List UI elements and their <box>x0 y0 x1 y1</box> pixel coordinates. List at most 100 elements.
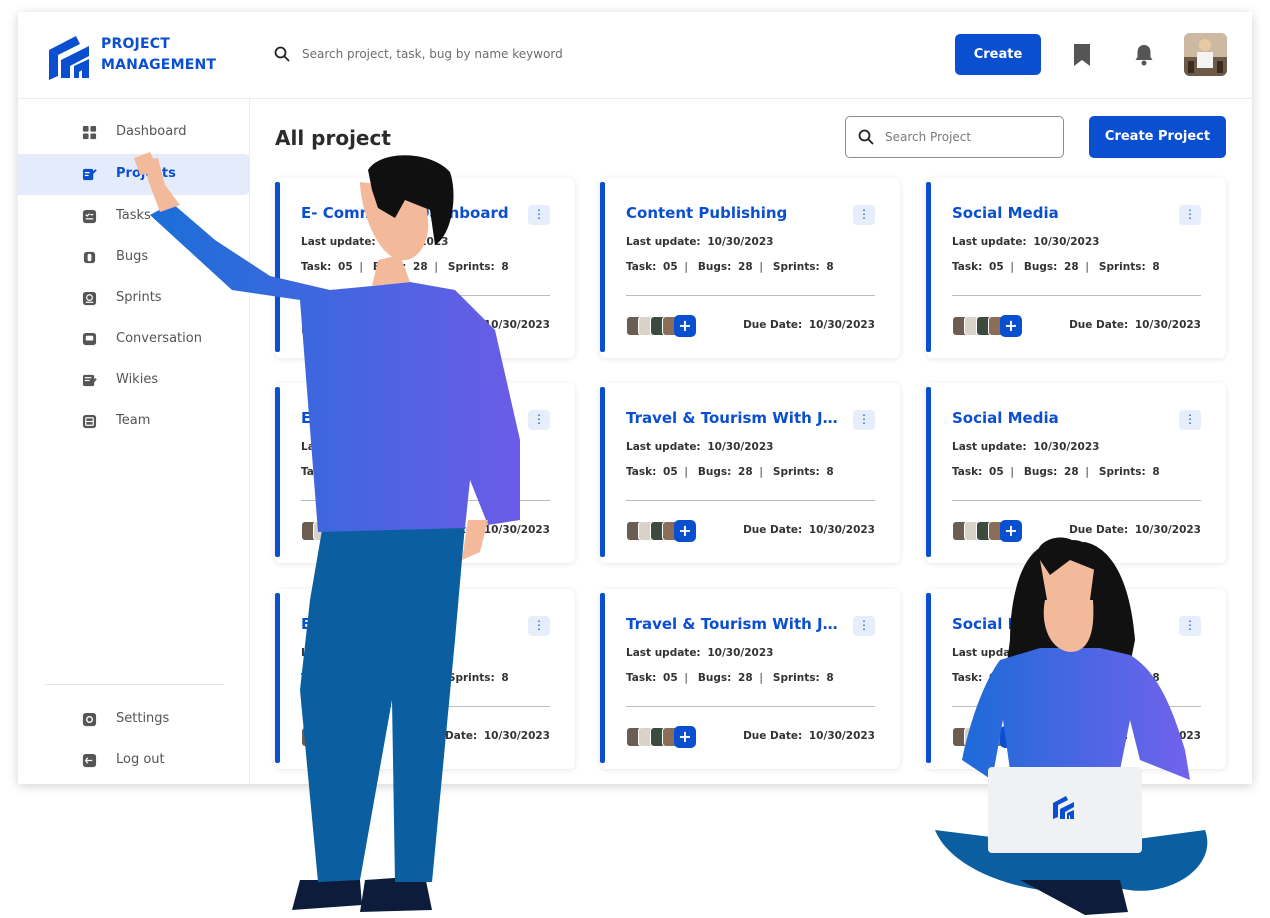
project-card[interactable]: Content Publishing ⋮ Last update: 10/30/… <box>600 178 900 358</box>
more-options-icon[interactable]: ⋮ <box>528 205 550 225</box>
add-member-button[interactable]: + <box>674 520 696 542</box>
more-options-icon[interactable]: ⋮ <box>1179 205 1201 225</box>
project-title[interactable]: Travel & Tourism With Jav... <box>626 409 846 427</box>
task-count: 05 <box>663 672 678 684</box>
sprints-label: Sprints: <box>1098 672 1146 684</box>
due-date-label: Due Date: <box>1069 730 1129 742</box>
member-avatars[interactable]: + <box>301 520 381 542</box>
more-options-icon[interactable]: ⋮ <box>1179 616 1201 636</box>
sprints-count: 8 <box>1152 466 1160 478</box>
separator: | <box>359 672 363 684</box>
sidebar-item-dashboard[interactable]: Dashboard <box>18 112 250 153</box>
project-card[interactable]: Travel & Tourism With Jav... ⋮ Last upda… <box>600 383 900 563</box>
due-date-label: Due Date: <box>1069 524 1129 536</box>
project-title[interactable]: Social Media <box>952 204 1172 222</box>
logo[interactable]: PROJECT MANAGEMENT <box>46 30 236 82</box>
project-title[interactable]: Social Media <box>952 615 1172 633</box>
last-update-label: Last update: <box>952 441 1027 453</box>
project-title[interactable]: E- Commerce Dashboard <box>301 204 521 222</box>
card-accent-bar <box>275 387 280 557</box>
member-avatars[interactable]: + <box>952 315 1032 337</box>
more-options-icon[interactable]: ⋮ <box>853 616 875 636</box>
last-update-label: Last update: <box>626 441 701 453</box>
member-avatars[interactable]: + <box>301 315 381 337</box>
member-avatars[interactable]: + <box>626 315 706 337</box>
sidebar: Dashboard Projects Tasks Bugs Sprints Convers… <box>18 99 250 784</box>
add-member-button[interactable]: + <box>349 315 371 337</box>
project-title[interactable]: Education <box>301 409 521 427</box>
sidebar-item-settings[interactable]: Settings <box>18 699 250 740</box>
bookmark-icon[interactable] <box>1071 43 1093 67</box>
sidebar-item-label: Wikies <box>116 372 159 387</box>
project-card[interactable]: Social Media ⋮ Last update: 10/30/2023 T… <box>926 589 1226 769</box>
bugs-label: Bugs: <box>1023 261 1058 273</box>
avatar-photo-icon <box>1184 33 1227 76</box>
bugs-label: Bugs: <box>697 672 732 684</box>
more-options-icon[interactable]: ⋮ <box>853 205 875 225</box>
project-card[interactable]: Education ⋮ Last update: 10/30/2023 Task… <box>275 383 575 563</box>
project-title[interactable]: Content Publishing <box>626 204 846 222</box>
sidebar-item-conversation[interactable]: Conversation <box>18 319 250 360</box>
create-button[interactable]: Create <box>955 34 1041 75</box>
task-count: 05 <box>989 672 1004 684</box>
sprints-label: Sprints: <box>772 261 820 273</box>
add-member-button[interactable]: + <box>349 520 371 542</box>
sidebar-item-sprints[interactable]: Sprints <box>18 278 250 319</box>
more-options-icon[interactable]: ⋮ <box>853 410 875 430</box>
project-card[interactable]: Education ⋮ Last update: 10/30/2023 Task… <box>275 589 575 769</box>
sidebar-item-tasks[interactable]: Tasks <box>18 196 250 237</box>
separator: | <box>359 466 363 478</box>
more-options-icon[interactable]: ⋮ <box>528 616 550 636</box>
sidebar-item-log-out[interactable]: Log out <box>18 740 250 781</box>
due-date-label: Due Date: <box>418 524 478 536</box>
project-card[interactable]: Social Media ⋮ Last update: 10/30/2023 T… <box>926 383 1226 563</box>
card-accent-bar <box>926 593 931 763</box>
last-update-row: Last update: 10/30/2023 <box>952 647 1099 659</box>
add-member-button[interactable]: + <box>1000 726 1022 748</box>
member-avatars[interactable]: + <box>626 520 706 542</box>
add-member-button[interactable]: + <box>1000 315 1022 337</box>
add-member-button[interactable]: + <box>1000 520 1022 542</box>
add-member-button[interactable]: + <box>674 726 696 748</box>
separator: | <box>684 466 688 478</box>
card-divider <box>952 706 1201 707</box>
project-search-input[interactable]: Search Project <box>845 116 1064 158</box>
project-title[interactable]: Education <box>301 615 521 633</box>
project-card[interactable]: E- Commerce Dashboard ⋮ Last update: 10/… <box>275 178 575 358</box>
project-card[interactable]: Social Media ⋮ Last update: 10/30/2023 T… <box>926 178 1226 358</box>
sidebar-item-wikies[interactable]: Wikies <box>18 360 250 401</box>
card-divider <box>952 295 1201 296</box>
project-title[interactable]: Travel & Tourism With Jav... <box>626 615 846 633</box>
member-avatars[interactable]: + <box>952 520 1032 542</box>
due-date: Due Date: 10/30/2023 <box>743 319 875 331</box>
last-update-row: Last update: 10/30/2023 <box>626 236 773 248</box>
member-avatars[interactable]: + <box>626 726 706 748</box>
sidebar-divider <box>44 684 224 685</box>
add-member-button[interactable]: + <box>674 315 696 337</box>
project-card[interactable]: Travel & Tourism With Jav... ⋮ Last upda… <box>600 589 900 769</box>
member-avatars[interactable]: + <box>301 726 381 748</box>
logout-icon <box>82 753 97 768</box>
bugs-label: Bugs: <box>372 672 407 684</box>
more-options-icon[interactable]: ⋮ <box>1179 410 1201 430</box>
more-options-icon[interactable]: ⋮ <box>528 410 550 430</box>
create-project-button[interactable]: Create Project <box>1089 116 1226 158</box>
member-avatars[interactable]: + <box>952 726 1032 748</box>
sidebar-item-label: Team <box>116 413 151 428</box>
stats-row: Task: 05 | Bugs: 28 | Sprints: 8 <box>301 672 509 684</box>
sidebar-item-label: Conversation <box>116 331 202 346</box>
stats-row: Task: 05 | Bugs: 28 | Sprints: 8 <box>952 466 1160 478</box>
sidebar-item-projects[interactable]: Projects <box>18 154 250 195</box>
project-title[interactable]: Social Media <box>952 409 1172 427</box>
add-member-button[interactable]: + <box>349 726 371 748</box>
bugs-label: Bugs: <box>372 466 407 478</box>
global-search-input[interactable]: Search project, task, bug by name keywor… <box>274 44 694 66</box>
bell-icon[interactable] <box>1133 43 1155 67</box>
separator: | <box>434 672 438 684</box>
due-date-value: 10/30/2023 <box>1134 730 1201 742</box>
sidebar-item-team[interactable]: Team <box>18 401 250 442</box>
sidebar-item-bugs[interactable]: Bugs <box>18 237 250 278</box>
last-update-value: 10/30/2023 <box>1033 236 1100 248</box>
user-avatar[interactable] <box>1184 33 1227 76</box>
card-accent-bar <box>926 182 931 352</box>
